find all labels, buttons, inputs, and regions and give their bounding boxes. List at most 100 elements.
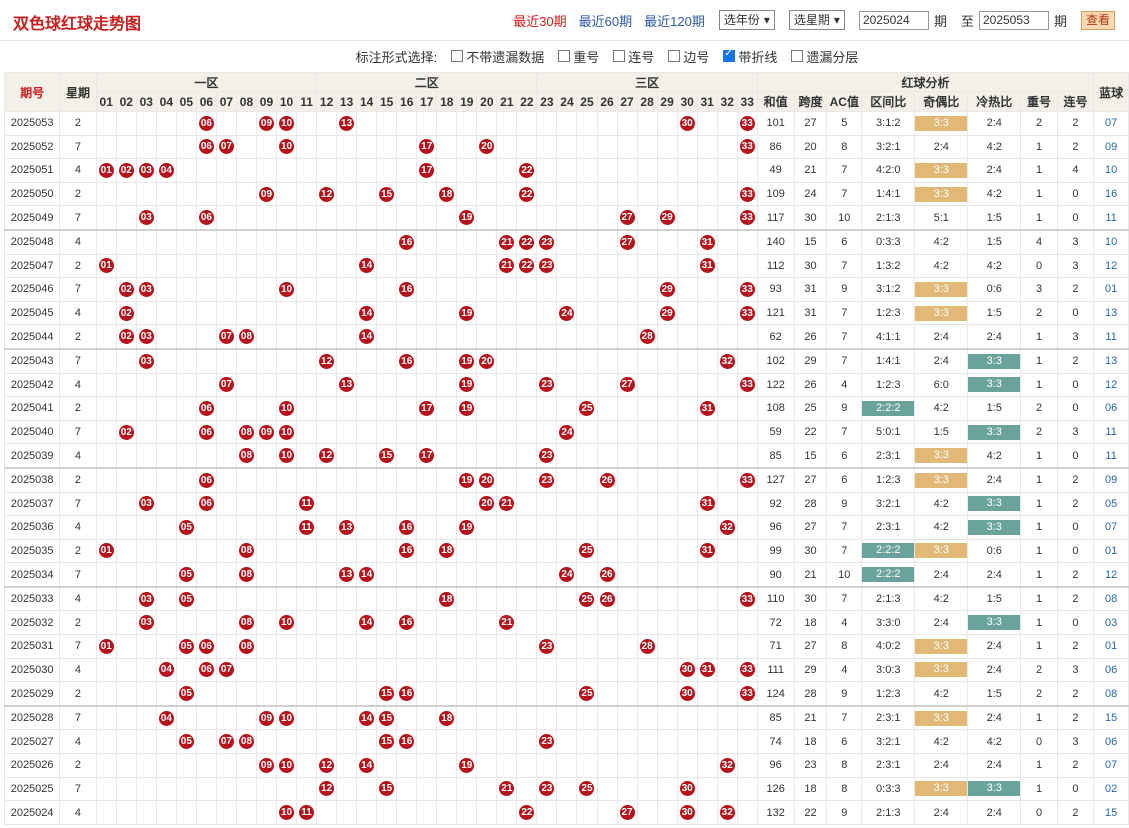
analysis-cell: 111 [756, 657, 795, 683]
option-item[interactable]: 连号 [613, 47, 654, 66]
red-ball: 29 [659, 281, 675, 297]
number-cell [255, 205, 278, 231]
option-checkbox[interactable] [668, 50, 681, 62]
year-select[interactable]: 选年份 ▾ [718, 10, 775, 30]
period-link-60[interactable]: 最近60期 [579, 11, 632, 30]
red-ball: 29 [659, 210, 675, 226]
period-link-30[interactable]: 最近30期 [513, 11, 566, 30]
number-cell [416, 610, 438, 636]
number-cell [195, 753, 217, 778]
from-issue-input[interactable]: 2025024 [858, 10, 929, 30]
option-item[interactable]: 不带遗漏数据 [451, 47, 544, 66]
option-checkbox[interactable] [451, 50, 464, 62]
analysis-value: 1:5 [986, 211, 1002, 224]
number-header: 32 [716, 91, 738, 112]
number-cell [496, 277, 518, 302]
blue-ball-cell: 11 [1093, 205, 1129, 231]
number-cell [616, 704, 638, 731]
analysis-cell: 121 [756, 300, 795, 326]
top-bar: 双色球红球走势图 最近30期 最近60期 最近120期 选年份 ▾ 选星期 ▾ 20… [0, 0, 1129, 41]
number-header: 29 [656, 91, 678, 112]
number-cell [316, 585, 338, 612]
number-cell [616, 158, 638, 183]
number-cell [456, 729, 478, 755]
option-item[interactable]: 遗漏分层 [791, 47, 858, 66]
number-cell [696, 729, 718, 755]
analysis-value: 1 [1035, 497, 1043, 510]
number-cell [296, 634, 318, 659]
option-checkbox[interactable] [723, 48, 736, 62]
number-cell [436, 753, 458, 778]
number-cell: 23 [536, 729, 558, 755]
analysis-cell: 2:4 [967, 753, 1022, 778]
number-cell [496, 443, 518, 469]
number-cell: 11 [296, 515, 318, 540]
week-select[interactable]: 选星期 ▾ [788, 10, 845, 30]
number-cell [496, 634, 518, 659]
red-ball: 01 [98, 162, 114, 178]
number-cell [255, 300, 278, 326]
number-cell: 23 [536, 634, 558, 659]
analysis-cell: 3:2:1 [861, 134, 916, 160]
blue-ball-cell: 08 [1093, 681, 1129, 707]
red-ball: 31 [699, 258, 715, 274]
number-cell [215, 228, 237, 255]
red-ball: 05 [178, 686, 194, 702]
number-cell: 30 [676, 657, 698, 683]
analysis-value: 1:2:3 [876, 687, 901, 700]
number-cell [316, 300, 338, 326]
number-cell [155, 396, 177, 421]
number-cell [215, 681, 237, 707]
issue-cell: 2025029 [3, 681, 61, 707]
analysis-col-header: AC值 [826, 91, 863, 112]
number-cell [616, 681, 638, 707]
number-cell [456, 538, 478, 564]
table-row: 2025040 7 02 06 08 09 10 24 59 22 7 5:0:1 1:5 3:3 2 3 11 [3, 419, 1129, 445]
analysis-value: 8 [841, 640, 848, 653]
number-cell [376, 300, 398, 326]
red-ball: 05 [178, 567, 194, 583]
number-cell [275, 562, 298, 588]
analysis-cell: 26 [793, 372, 828, 398]
number-cell [175, 443, 197, 469]
analysis-cell: 3:3:0 [861, 610, 916, 636]
option-checkbox[interactable] [558, 50, 571, 62]
number-cell [336, 657, 358, 683]
number-cell [436, 515, 458, 540]
number-cell: 10 [275, 753, 298, 778]
option-checkbox[interactable] [613, 50, 626, 62]
number-cell [215, 277, 237, 302]
analysis-value: 30 [804, 259, 817, 272]
option-checkbox[interactable] [791, 50, 804, 62]
option-item[interactable]: 边号 [668, 47, 709, 66]
number-cell [416, 277, 438, 302]
number-cell [376, 134, 398, 160]
red-ball: 09 [258, 757, 274, 773]
number-header: 21 [496, 91, 518, 112]
number-cell [456, 111, 478, 136]
number-cell [596, 800, 618, 825]
analysis-value: 28 [804, 497, 817, 510]
red-ball: 25 [579, 686, 595, 702]
red-ball: 27 [619, 210, 635, 226]
number-cell [736, 396, 758, 421]
number-cell [115, 562, 137, 588]
number-cell [636, 253, 658, 279]
number-cell [356, 634, 378, 659]
period-link-120[interactable]: 最近120期 [644, 11, 705, 30]
analysis-value: 31 [804, 283, 817, 296]
option-item[interactable]: 带折线 [723, 47, 777, 66]
analysis-cell: 0 [1056, 300, 1095, 326]
analysis-value: 3:3 [915, 115, 968, 131]
option-item[interactable]: 重号 [558, 47, 599, 66]
analysis-cell: 15 [793, 443, 828, 469]
query-button[interactable]: 查看 [1080, 10, 1115, 30]
number-cell [716, 562, 738, 588]
issue-header[interactable]: 期号 [3, 72, 61, 112]
number-cell [175, 776, 197, 802]
analysis-value: 3 [1072, 663, 1079, 676]
number-cell [155, 347, 177, 374]
analysis-value: 1 [1035, 474, 1043, 487]
to-issue-input[interactable]: 2025053 [978, 10, 1049, 30]
table-row: 2025025 7 12 15 21 23 25 30 126 18 8 0:3:3 3:3 3:3 1 0 0… [3, 776, 1129, 802]
